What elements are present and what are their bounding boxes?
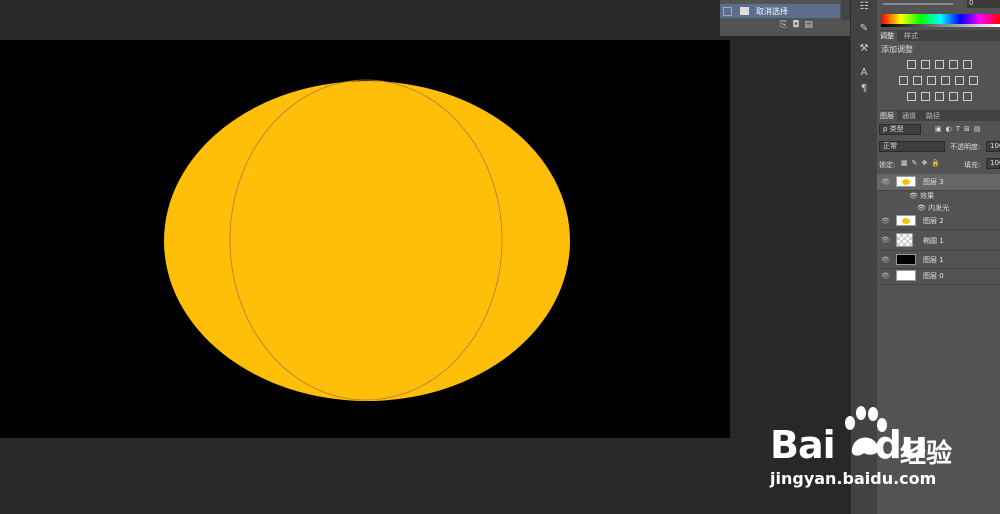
gradient-map-icon[interactable] <box>949 92 958 101</box>
baidu-watermark: Bai du 经验 jingyan.baidu.com <box>770 405 1000 505</box>
inner-glow-effect[interactable]: 👁 内发光 <box>917 203 949 213</box>
layer-filter-value: 类型 <box>889 125 904 133</box>
lock-label: 锁定: <box>879 161 896 169</box>
vibrance-icon[interactable] <box>963 60 972 69</box>
color-lookup-icon[interactable] <box>969 76 978 85</box>
tool-preset-icon[interactable]: ⚒ <box>856 42 872 56</box>
selective-color-icon[interactable] <box>963 92 972 101</box>
tab-styles[interactable]: 样式 <box>901 31 921 41</box>
document-canvas[interactable] <box>0 40 730 438</box>
layer-name: 图层 1 <box>923 256 944 264</box>
adjustments-title: 添加调整 <box>881 45 913 54</box>
tab-channels[interactable]: 通道 <box>899 111 919 121</box>
layer-name: 图层 2 <box>923 217 944 225</box>
layer-thumbnail <box>896 254 916 265</box>
paragraph-icon[interactable]: ¶ <box>856 82 872 96</box>
black-white-icon[interactable] <box>927 76 936 85</box>
inner-glow-text: 内发光 <box>928 204 950 212</box>
history-item-label: 取消选择 <box>756 7 788 16</box>
layer-filter-select[interactable]: ρ 类型 <box>879 124 921 135</box>
layer-filter-icons[interactable]: ▣◐T⊞▤ <box>935 125 984 133</box>
opacity-label: 不透明度: <box>950 143 981 151</box>
visibility-eye-icon[interactable]: 👁 <box>881 256 890 264</box>
history-panel: 取消选择 ⎘◘▤ <box>720 0 850 37</box>
thumb-ellipse <box>902 218 910 224</box>
visibility-eye-icon[interactable]: 👁 <box>909 192 918 200</box>
adjustments-tabbar: 调整 样式 <box>877 30 1000 41</box>
history-checkbox[interactable] <box>723 7 732 16</box>
layer-thumbnail <box>896 233 913 247</box>
fill-field[interactable]: 100 <box>986 158 1000 169</box>
snapshot-icon[interactable]: ⎘ <box>780 20 792 30</box>
layer-row-3[interactable]: 👁 图层 3 <box>877 174 1000 191</box>
channel-mixer-icon[interactable] <box>955 76 964 85</box>
tab-layers[interactable]: 图层 <box>877 111 897 121</box>
history-footer-buttons: ⎘◘▤ <box>780 20 850 34</box>
blend-mode-select[interactable]: 正常 <box>879 141 945 152</box>
layer-effects-label[interactable]: 👁 效果 <box>909 191 934 201</box>
brush-preset-icon[interactable]: ✎ <box>856 22 872 36</box>
layer-row-1[interactable]: 👁 图层 1 <box>877 252 1000 269</box>
effects-text: 效果 <box>920 192 935 200</box>
visibility-eye-icon[interactable]: 👁 <box>881 236 890 244</box>
exposure-icon[interactable] <box>949 60 958 69</box>
fill-label: 填充: <box>964 161 981 169</box>
visibility-eye-icon[interactable]: 👁 <box>881 272 890 280</box>
opacity-field[interactable]: 100 <box>986 141 1000 152</box>
thumb-ellipse <box>902 179 910 185</box>
wordmark-bai: Bai <box>770 423 836 467</box>
layers-tabbar: 图层 通道 路径 <box>877 110 1000 121</box>
panel-toggle-icon[interactable]: ☷ <box>856 0 872 14</box>
search-icon: ρ <box>883 125 888 133</box>
visibility-eye-icon[interactable]: 👁 <box>881 217 890 225</box>
wordmark-jingyan: 经验 <box>900 439 953 469</box>
layer-name: 图层 0 <box>923 272 944 280</box>
layer-thumbnail <box>896 270 916 281</box>
layer-name: 椭圆 1 <box>923 237 944 245</box>
tab-adjustments[interactable]: 调整 <box>877 31 897 41</box>
history-scrollbar[interactable] <box>841 0 850 20</box>
watermark-url: jingyan.baidu.com <box>770 469 937 488</box>
history-item-deselect[interactable]: 取消选择 <box>720 4 840 18</box>
layer-row-ellipse-1[interactable]: 👁 椭圆 1 <box>877 230 1000 251</box>
slider-track[interactable] <box>883 3 953 5</box>
color-spectrum[interactable] <box>881 14 1000 24</box>
layer-row-2[interactable]: 👁 图层 2 <box>877 213 1000 230</box>
brightness-icon[interactable] <box>907 60 916 69</box>
photo-filter-icon[interactable] <box>941 76 950 85</box>
visibility-eye-icon[interactable]: 👁 <box>917 204 926 212</box>
visibility-eye-icon[interactable]: 👁 <box>881 178 890 186</box>
color-slider[interactable]: 0 <box>881 0 1000 10</box>
curves-icon[interactable] <box>935 60 944 69</box>
tab-paths[interactable]: 路径 <box>923 111 943 121</box>
lock-icons[interactable]: ▦✎✥🔒 <box>901 159 944 167</box>
grayscale-ramp[interactable] <box>881 24 1000 27</box>
document-icon <box>740 7 749 15</box>
posterize-icon[interactable] <box>921 92 930 101</box>
hue-saturation-icon[interactable] <box>899 76 908 85</box>
color-balance-icon[interactable] <box>913 76 922 85</box>
character-icon[interactable]: A <box>856 66 872 80</box>
layer-row-0[interactable]: 👁 图层 0 <box>877 268 1000 285</box>
color-value-field[interactable]: 0 <box>967 0 1000 8</box>
trash-icon[interactable]: ▤ <box>804 20 818 30</box>
orange-ellipse-large <box>164 81 570 401</box>
threshold-icon[interactable] <box>935 92 944 101</box>
invert-icon[interactable] <box>907 92 916 101</box>
canvas-artwork <box>164 79 570 401</box>
layer-name: 图层 3 <box>923 178 944 186</box>
levels-icon[interactable] <box>921 60 930 69</box>
camera-icon[interactable]: ◘ <box>792 20 804 30</box>
